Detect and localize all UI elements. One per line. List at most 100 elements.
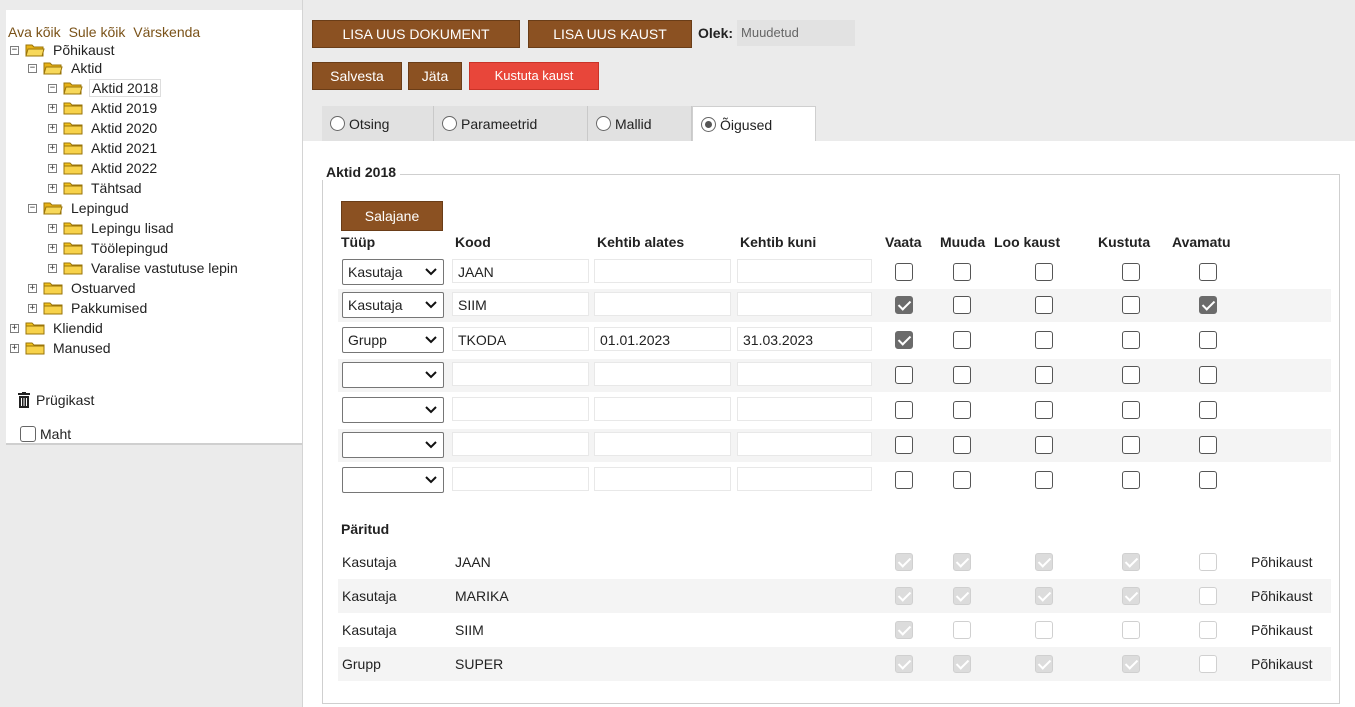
tree-item[interactable]: + Pakkumised [28, 300, 149, 316]
code-input[interactable] [452, 362, 589, 386]
permission-checkbox[interactable] [1122, 366, 1140, 384]
code-input[interactable]: JAAN [452, 259, 589, 283]
tree-toggle-icon[interactable]: + [48, 123, 57, 133]
valid-from-input[interactable]: 01.01.2023 [594, 327, 731, 351]
permission-checkbox[interactable] [953, 366, 971, 384]
collapse-all-link[interactable]: Sule kõik [69, 24, 126, 40]
permission-checkbox[interactable] [1122, 296, 1140, 314]
valid-from-input[interactable] [594, 432, 731, 456]
add-document-button[interactable]: LISA UUS DOKUMENT [312, 20, 520, 48]
code-input[interactable]: TKODA [452, 327, 589, 351]
tree-toggle-icon[interactable]: − [48, 83, 57, 93]
tab-mallid[interactable]: Mallid [588, 106, 692, 141]
tree-toggle-icon[interactable]: + [48, 103, 57, 113]
tree-item[interactable]: + Manused [10, 340, 113, 356]
permission-checkbox[interactable] [1035, 263, 1053, 281]
permission-checkbox[interactable] [1199, 331, 1217, 349]
permission-checkbox[interactable] [1122, 401, 1140, 419]
type-select[interactable] [342, 467, 444, 493]
secret-button[interactable]: Salajane [341, 201, 443, 231]
permission-checkbox[interactable] [953, 401, 971, 419]
tree-toggle-icon[interactable]: + [48, 183, 57, 193]
tree-item[interactable]: − Lepingud [28, 200, 131, 216]
code-input[interactable]: SIIM [452, 292, 589, 316]
type-select[interactable]: Grupp [342, 327, 444, 353]
permission-checkbox[interactable] [895, 296, 913, 314]
maht-checkbox[interactable] [20, 426, 36, 442]
valid-from-input[interactable] [594, 259, 731, 283]
permission-checkbox[interactable] [1035, 401, 1053, 419]
type-select[interactable]: Kasutaja [342, 259, 444, 285]
tab-otsing[interactable]: Otsing [322, 106, 434, 141]
permission-checkbox[interactable] [953, 263, 971, 281]
tree-item[interactable]: − Aktid [28, 60, 104, 76]
tree-item[interactable]: + Kliendid [10, 320, 105, 336]
permission-checkbox[interactable] [1122, 436, 1140, 454]
tab-parameetrid[interactable]: Parameetrid [434, 106, 588, 141]
tree-item[interactable]: + Aktid 2021 [48, 140, 159, 156]
permission-checkbox[interactable] [1199, 401, 1217, 419]
permission-checkbox[interactable] [1035, 471, 1053, 489]
permission-checkbox[interactable] [895, 263, 913, 281]
valid-from-input[interactable] [594, 467, 731, 491]
permission-checkbox[interactable] [895, 471, 913, 489]
permission-checkbox[interactable] [1035, 331, 1053, 349]
add-folder-button[interactable]: LISA UUS KAUST [528, 20, 692, 48]
leave-button[interactable]: Jäta [408, 62, 462, 90]
code-input[interactable] [452, 397, 589, 421]
permission-checkbox[interactable] [1122, 471, 1140, 489]
tree-toggle-icon[interactable]: + [48, 143, 57, 153]
valid-to-input[interactable] [737, 467, 872, 491]
valid-to-input[interactable]: 31.03.2023 [737, 327, 872, 351]
maht-toggle[interactable]: Maht [20, 426, 71, 442]
tree-toggle-icon[interactable]: − [28, 63, 37, 73]
permission-checkbox[interactable] [1199, 471, 1217, 489]
tree-item[interactable]: + Tähtsad [48, 180, 144, 196]
tree-item[interactable]: + Aktid 2019 [48, 100, 159, 116]
tree-toggle-icon[interactable]: − [10, 45, 19, 55]
permission-checkbox[interactable] [1199, 436, 1217, 454]
tree-toggle-icon[interactable]: + [10, 343, 19, 353]
permission-checkbox[interactable] [953, 296, 971, 314]
tree-item[interactable]: − Põhikaust [10, 42, 116, 58]
permission-checkbox[interactable] [953, 471, 971, 489]
permission-checkbox[interactable] [1122, 263, 1140, 281]
type-select[interactable] [342, 432, 444, 458]
permission-checkbox[interactable] [1035, 366, 1053, 384]
type-select[interactable]: Kasutaja [342, 292, 444, 318]
valid-to-input[interactable] [737, 259, 872, 283]
permission-checkbox[interactable] [1199, 263, 1217, 281]
type-select[interactable] [342, 362, 444, 388]
tree-item[interactable]: + Aktid 2020 [48, 120, 159, 136]
permission-checkbox[interactable] [895, 436, 913, 454]
permission-checkbox[interactable] [895, 366, 913, 384]
tree-toggle-icon[interactable]: + [48, 263, 57, 273]
tree-item[interactable]: + Lepingu lisad [48, 220, 176, 236]
tree-toggle-icon[interactable]: + [48, 243, 57, 253]
permission-checkbox[interactable] [1122, 331, 1140, 349]
tree-item[interactable]: + Varalise vastutuse lepin [48, 260, 240, 276]
valid-from-input[interactable] [594, 292, 731, 316]
tree-toggle-icon[interactable]: + [28, 283, 37, 293]
permission-checkbox[interactable] [895, 331, 913, 349]
tree-toggle-icon[interactable]: + [48, 163, 57, 173]
valid-from-input[interactable] [594, 397, 731, 421]
save-button[interactable]: Salvesta [312, 62, 402, 90]
valid-to-input[interactable] [737, 397, 872, 421]
valid-from-input[interactable] [594, 362, 731, 386]
permission-checkbox[interactable] [895, 401, 913, 419]
trash-item[interactable]: Prügikast [18, 392, 94, 408]
tree-toggle-icon[interactable]: + [10, 323, 19, 333]
permission-checkbox[interactable] [953, 436, 971, 454]
valid-to-input[interactable] [737, 362, 872, 386]
type-select[interactable] [342, 397, 444, 423]
tree-item[interactable]: − Aktid 2018 [48, 79, 162, 97]
permission-checkbox[interactable] [1199, 296, 1217, 314]
tree-toggle-icon[interactable]: + [28, 303, 37, 313]
code-input[interactable] [452, 432, 589, 456]
code-input[interactable] [452, 467, 589, 491]
tree-item[interactable]: + Ostuarved [28, 280, 138, 296]
expand-all-link[interactable]: Ava kõik [8, 24, 61, 40]
tree-item[interactable]: + Aktid 2022 [48, 160, 159, 176]
permission-checkbox[interactable] [1199, 366, 1217, 384]
